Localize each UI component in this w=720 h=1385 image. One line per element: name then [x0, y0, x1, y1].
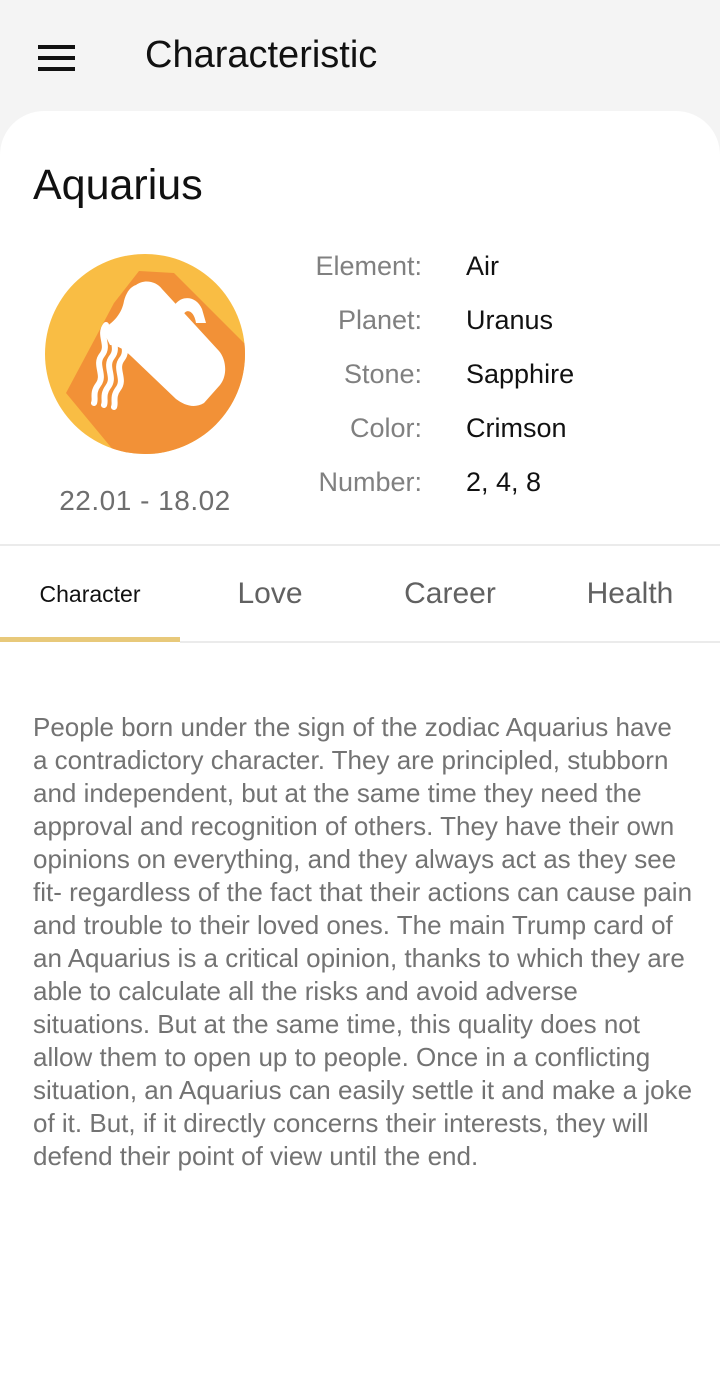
property-label: Color: — [349, 412, 422, 443]
tab-health[interactable]: Health — [540, 546, 720, 642]
property-label: Element: — [315, 250, 422, 281]
menu-line — [37, 45, 75, 49]
tab-label: Career — [404, 577, 496, 610]
tab-love[interactable]: Love — [180, 546, 360, 642]
property-value: Uranus — [466, 304, 554, 335]
page-title: Characteristic — [145, 34, 378, 76]
property-label: Number: — [318, 466, 422, 497]
hamburger-menu-icon[interactable] — [30, 38, 82, 78]
tab-character[interactable]: Character — [0, 546, 180, 642]
property-value: Sapphire — [466, 358, 575, 389]
menu-line — [37, 56, 75, 60]
divider — [180, 641, 720, 643]
tab-career[interactable]: Career — [360, 546, 540, 642]
date-range: 22.01 - 18.02 — [59, 485, 231, 516]
properties-list: Element: Air Planet: Uranus Stone: Sapph… — [290, 239, 690, 509]
aquarius-icon — [44, 253, 246, 455]
menu-line — [37, 67, 75, 71]
active-tab-indicator — [0, 637, 180, 642]
property-label: Stone: — [343, 358, 422, 389]
tab-label: Health — [586, 577, 674, 610]
sign-name: Aquarius — [33, 161, 203, 209]
tab-label: Character — [39, 580, 141, 607]
property-row-stone: Stone: Sapphire — [290, 347, 690, 401]
tab-bar: Character Love Career Health — [0, 546, 720, 642]
character-description: People born under the sign of the zodiac… — [33, 712, 693, 1171]
sign-card: Aquarius 22.01 - 18.02 Element: Air Plan… — [0, 111, 720, 1385]
app-bar: Characteristic — [0, 0, 720, 112]
property-value: 2, 4, 8 — [466, 466, 542, 497]
tab-label: Love — [237, 577, 303, 610]
property-row-planet: Planet: Uranus — [290, 293, 690, 347]
property-row-element: Element: Air — [290, 239, 690, 293]
property-value: Air — [466, 250, 499, 281]
property-row-color: Color: Crimson — [290, 401, 690, 455]
property-row-number: Number: 2, 4, 8 — [290, 455, 690, 509]
property-value: Crimson — [466, 412, 567, 443]
property-label: Planet: — [337, 304, 422, 335]
